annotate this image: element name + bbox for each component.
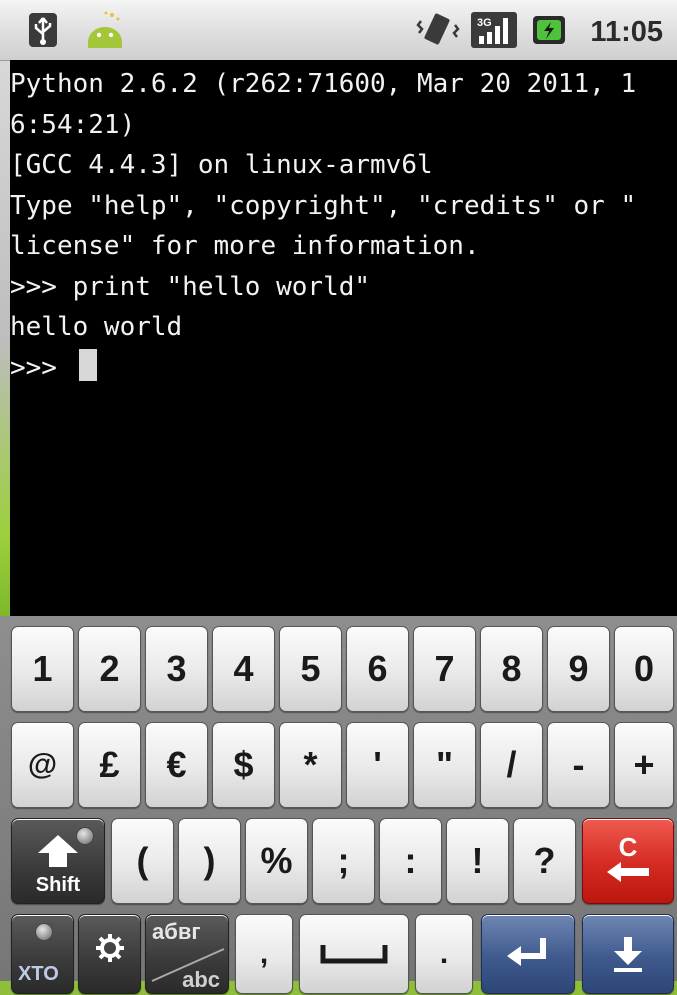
terminal-line: [GCC 4.4.3] on linux-armv6l (10, 150, 433, 180)
terminal-line: license" for more information. (10, 231, 480, 261)
down-arrow-icon (614, 937, 642, 972)
key-euro[interactable]: € (145, 722, 208, 808)
key-pound[interactable]: £ (78, 722, 141, 808)
background-edge (0, 60, 10, 620)
key-open-paren[interactable]: ( (111, 818, 174, 904)
battery-charging-icon (530, 10, 568, 50)
key-close-paren[interactable]: ) (178, 818, 241, 904)
android-icon (80, 10, 130, 50)
space-key[interactable] (299, 914, 409, 994)
shift-arrow-icon (38, 835, 78, 867)
key-3[interactable]: 3 (145, 626, 208, 712)
gear-icon (95, 934, 124, 962)
key-minus[interactable]: - (547, 722, 610, 808)
key-exclamation[interactable]: ! (446, 818, 509, 904)
terminal-prompt-line[interactable]: >>> (10, 348, 677, 389)
alt-indicator-light (35, 923, 53, 941)
key-2[interactable]: 2 (78, 626, 141, 712)
key-quote[interactable]: " (413, 722, 476, 808)
on-screen-keyboard: 1 2 3 4 5 6 7 8 9 0 @ £ € $ * ' " / - + … (0, 616, 677, 994)
key-semicolon[interactable]: ; (312, 818, 375, 904)
terminal-line: Type "help", "copyright", "credits" or " (10, 190, 637, 221)
backspace-arrow-icon (607, 862, 649, 882)
enter-key[interactable] (481, 914, 575, 994)
key-at[interactable]: @ (11, 722, 74, 808)
terminal-line: 6:54:21) (10, 109, 136, 140)
language-switch-key[interactable]: абвг abc (145, 914, 229, 994)
terminal-prompt: >>> (10, 352, 73, 383)
key-percent[interactable]: % (245, 818, 308, 904)
key-apostrophe[interactable]: ' (346, 722, 409, 808)
status-bar: 3G 11:05 (0, 0, 677, 61)
space-bar-icon (320, 945, 388, 964)
signal-3g-icon: 3G (468, 10, 520, 50)
xto-label: XTO (18, 963, 59, 985)
hide-keyboard-key[interactable] (582, 914, 674, 994)
key-colon[interactable]: : (379, 818, 442, 904)
key-slash[interactable]: / (480, 722, 543, 808)
signal-label: 3G (477, 17, 492, 29)
status-time: 11:05 (590, 16, 663, 48)
key-question[interactable]: ? (513, 818, 576, 904)
python-terminal[interactable]: Python 2.6.2 (r262:71600, Mar 20 2011, 1… (10, 60, 677, 616)
key-0[interactable]: 0 (614, 626, 674, 712)
key-asterisk[interactable]: * (279, 722, 342, 808)
text-cursor (78, 348, 97, 381)
terminal-line: Python 2.6.2 (r262:71600, Mar 20 2011, 1 (10, 69, 637, 99)
enter-arrow-icon (507, 938, 546, 966)
key-7[interactable]: 7 (413, 626, 476, 712)
key-5[interactable]: 5 (279, 626, 342, 712)
terminal-line: >>> print "hello world" (10, 271, 371, 302)
key-plus[interactable]: + (614, 722, 674, 808)
terminal-line: hello world (10, 312, 183, 342)
alt-sub-label: abc (182, 967, 220, 992)
clear-label: C (618, 832, 638, 862)
key-6[interactable]: 6 (346, 626, 409, 712)
key-1[interactable]: 1 (11, 626, 74, 712)
shift-label: Shift (35, 874, 81, 896)
clear-key[interactable]: C (582, 818, 674, 904)
key-4[interactable]: 4 (212, 626, 275, 712)
usb-icon (26, 10, 60, 50)
key-dollar[interactable]: $ (212, 722, 275, 808)
key-period[interactable]: . (415, 914, 473, 994)
key-8[interactable]: 8 (480, 626, 543, 712)
vibrate-icon (414, 10, 462, 50)
xto-key[interactable]: XTO (11, 914, 74, 994)
key-9[interactable]: 9 (547, 626, 610, 712)
key-comma[interactable]: , (235, 914, 293, 994)
shift-key[interactable]: Shift (11, 818, 105, 904)
settings-key[interactable] (78, 914, 141, 994)
